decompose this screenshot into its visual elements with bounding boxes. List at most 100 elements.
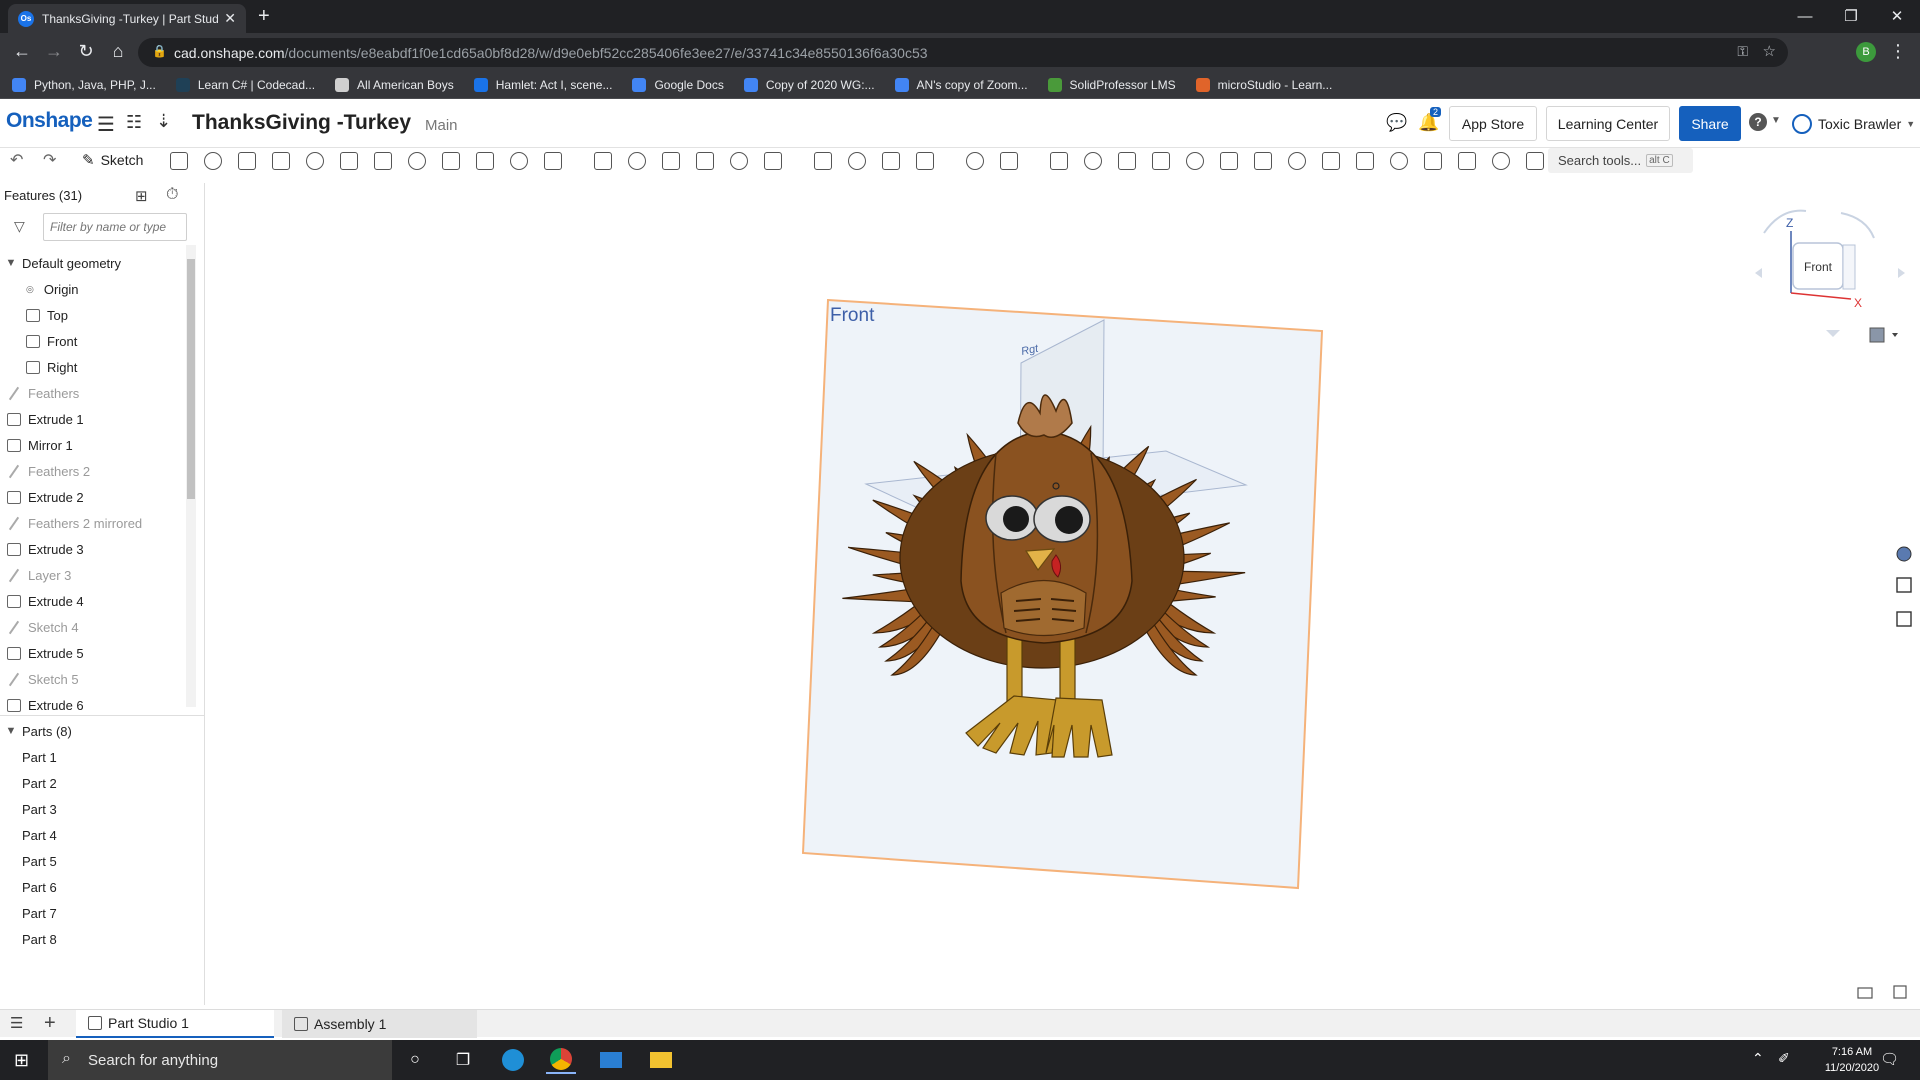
measure-tool-icon[interactable] (1492, 152, 1510, 170)
feature-list-icon[interactable]: ☷ (126, 112, 142, 133)
user-menu[interactable]: Toxic Brawler ▼ (1792, 114, 1915, 134)
comments-icon[interactable]: 💬 (1386, 113, 1407, 133)
finish-tool-icon[interactable] (1458, 152, 1476, 170)
task-view-icon[interactable]: ❐ (448, 1046, 478, 1074)
bookmark-item[interactable]: Python, Java, PHP, J... (12, 77, 156, 92)
learning-center-button[interactable]: Learning Center (1546, 106, 1670, 141)
split-tool-icon[interactable] (662, 152, 680, 170)
configurations-panel-icon[interactable] (1896, 577, 1912, 593)
variable-tool-icon[interactable] (1084, 152, 1102, 170)
bridging-curve-tool-icon[interactable] (1186, 152, 1204, 170)
restore-window-icon[interactable]: ❐ (1828, 2, 1874, 30)
flange-tool-icon[interactable] (1288, 152, 1306, 170)
taskbar-search-box[interactable]: ⌕ Search for anything (48, 1040, 392, 1080)
profile-avatar[interactable]: B (1856, 42, 1876, 62)
chrome-menu-icon[interactable]: ⋮ (1886, 41, 1910, 62)
part-item[interactable]: Part 3 (22, 796, 207, 822)
document-title[interactable]: ThanksGiving -Turkey (192, 111, 411, 135)
corner-tool-icon[interactable] (1424, 152, 1442, 170)
appearance-panel-icon[interactable] (1896, 546, 1912, 562)
scrollbar-thumb[interactable] (187, 259, 195, 499)
delete-face-tool-icon[interactable] (814, 152, 832, 170)
bill-of-materials-icon[interactable] (1896, 611, 1912, 627)
add-folder-icon[interactable]: ⊞ (135, 187, 148, 205)
menu-icon[interactable]: ☰ (97, 112, 115, 137)
bookmark-item[interactable]: AN's copy of Zoom... (894, 77, 1028, 92)
insert-icon[interactable]: ⇣ (156, 111, 171, 132)
cortana-icon[interactable]: ○ (400, 1046, 430, 1074)
feature-item[interactable]: Extrude 2 (7, 484, 192, 510)
offset-surface-tool-icon[interactable] (916, 152, 934, 170)
bookmark-item[interactable]: Learn C# | Codecad... (175, 77, 315, 92)
add-tab-icon[interactable]: + (44, 1012, 56, 1035)
bookmark-item[interactable]: Copy of 2020 WG:... (743, 77, 875, 92)
part-item[interactable]: Part 5 (22, 848, 207, 874)
extrude-tool-icon[interactable] (170, 152, 188, 170)
fillet-tool-icon[interactable] (340, 152, 358, 170)
chevron-down-icon[interactable]: ▼ (0, 725, 22, 737)
view-options-icon[interactable] (1869, 327, 1898, 343)
linear-pattern-tool-icon[interactable] (544, 152, 562, 170)
feature-item[interactable]: Extrude 4 (7, 588, 192, 614)
feature-item-top[interactable]: Top (26, 302, 211, 328)
model-canvas[interactable]: Front Rgt Front Z X (206, 173, 1920, 1005)
add-feature-tool-icon[interactable] (1526, 152, 1544, 170)
move-face-tool-icon[interactable] (848, 152, 866, 170)
feature-item[interactable]: Extrude 1 (7, 406, 192, 432)
part-item[interactable]: Part 1 (22, 744, 207, 770)
part-item[interactable]: Part 4 (22, 822, 207, 848)
feature-item[interactable]: Feathers 2 (7, 458, 192, 484)
chrome-icon[interactable] (546, 1046, 576, 1074)
sketch-button[interactable]: ✎ Sketch (82, 151, 143, 169)
forward-icon[interactable]: → (42, 41, 66, 62)
tab-tool-icon[interactable] (1322, 152, 1340, 170)
modify-fillet-tool-icon[interactable] (764, 152, 782, 170)
rib-tool-icon[interactable] (442, 152, 460, 170)
search-tools-input[interactable]: Search tools... alt C (1548, 148, 1693, 173)
feature-item-right[interactable]: Right (26, 354, 211, 380)
sweep-tool-icon[interactable] (238, 152, 256, 170)
url-bar[interactable]: 🔒 cad.onshape.com/documents/e8eabdf1f0e1… (138, 38, 1788, 67)
view-cube-right-face[interactable] (1842, 244, 1856, 290)
help-chevron-down-icon[interactable]: ▼ (1771, 115, 1781, 126)
reload-icon[interactable]: ↻ (74, 41, 98, 62)
boolean-tool-icon[interactable] (628, 152, 646, 170)
pen-icon[interactable]: ✐ (1778, 1050, 1790, 1067)
delete-part-tool-icon[interactable] (730, 152, 748, 170)
feature-item[interactable]: Sketch 5 (7, 666, 192, 692)
revolve-tool-icon[interactable] (204, 152, 222, 170)
bookmark-item[interactable]: microStudio - Learn... (1195, 77, 1332, 92)
thicken-tool-icon[interactable] (306, 152, 324, 170)
draft-tool-icon[interactable] (408, 152, 426, 170)
browser-tab[interactable]: Os ThanksGiving -Turkey | Part Studi ✕ (8, 4, 246, 33)
redo-icon[interactable]: ↷ (43, 150, 56, 170)
hole-tool-icon[interactable] (510, 152, 528, 170)
bend-tool-icon[interactable] (1356, 152, 1374, 170)
tray-expand-icon[interactable]: ⌃ (1752, 1050, 1764, 1067)
notification-center-icon[interactable]: 🗨 (1880, 1050, 1899, 1068)
feature-list-scrollbar[interactable] (186, 245, 196, 707)
feature-item[interactable]: Feathers 2 mirrored (7, 510, 192, 536)
new-tab-icon[interactable]: + (258, 5, 270, 28)
chamfer-tool-icon[interactable] (374, 152, 392, 170)
sheet-metal-tool-icon[interactable] (1254, 152, 1272, 170)
form-tool-icon[interactable] (1390, 152, 1408, 170)
key-icon[interactable]: ⚿ (1737, 43, 1748, 60)
bookmark-item[interactable]: All American Boys (335, 77, 454, 92)
feature-item[interactable]: Mirror 1 (7, 432, 192, 458)
parts-group[interactable]: ▼ Parts (8) (0, 718, 72, 744)
close-window-icon[interactable]: ✕ (1874, 2, 1920, 30)
view-cube[interactable]: Front Z X (1755, 211, 1905, 337)
shell-tool-icon[interactable] (476, 152, 494, 170)
plane-tool-icon[interactable] (966, 152, 984, 170)
bookmark-item[interactable]: Hamlet: Act I, scene... (473, 77, 612, 92)
sectioning-tool-icon[interactable] (1893, 985, 1907, 999)
rollback-timer-icon[interactable]: ⏱ (166, 186, 178, 204)
curve-pattern-tool-icon[interactable] (1118, 152, 1136, 170)
mate-connector-tool-icon[interactable] (1050, 152, 1068, 170)
feature-item[interactable]: Sketch 4 (7, 614, 192, 640)
feature-filter-input[interactable] (43, 213, 187, 241)
loft-tool-icon[interactable] (272, 152, 290, 170)
undo-icon[interactable]: ↶ (10, 150, 23, 170)
feature-item-front[interactable]: Front (26, 328, 211, 354)
